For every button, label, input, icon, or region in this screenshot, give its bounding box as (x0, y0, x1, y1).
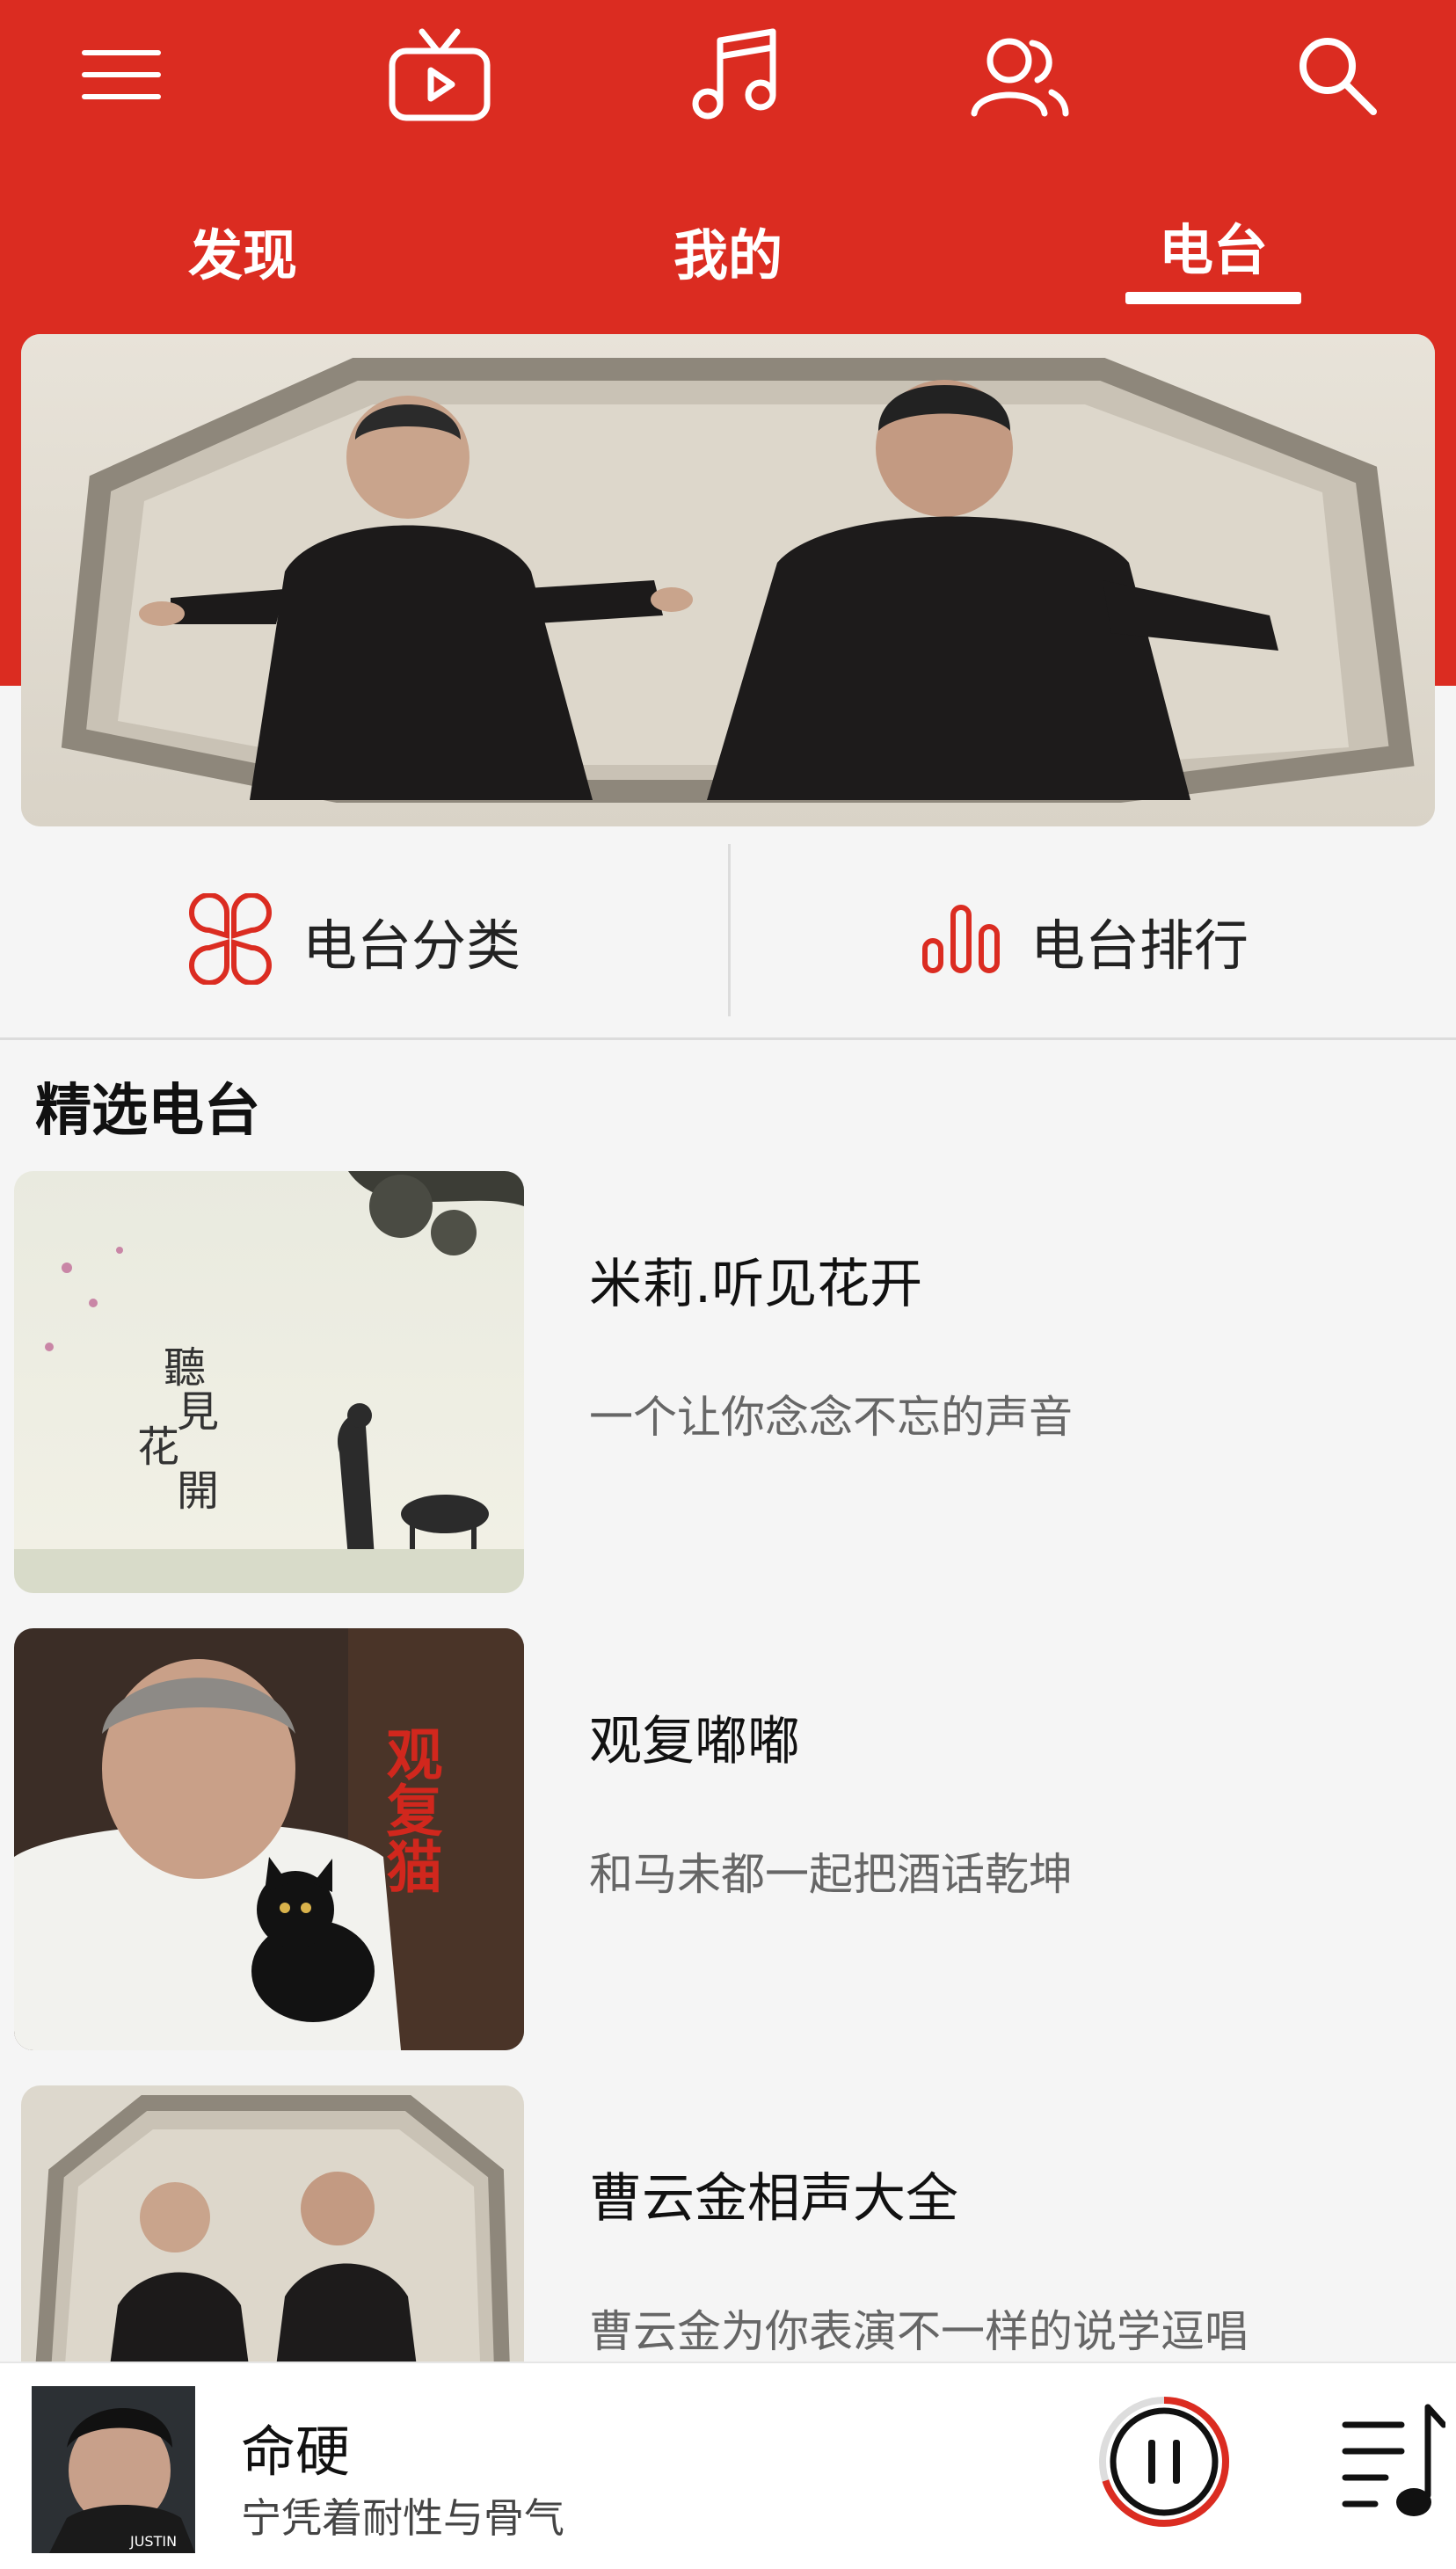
music-icon[interactable] (682, 26, 788, 123)
radio-title: 米莉.听见花开 (589, 1254, 923, 1315)
svg-text:花: 花 (137, 1423, 179, 1472)
category-icon (185, 892, 276, 988)
tab-discover[interactable]: 发现 (111, 211, 375, 290)
tab-bar: 发现 我的 电台 (0, 185, 1456, 308)
mini-player[interactable]: JUSTIN 命硬 宁凭着耐性与骨气 (0, 2362, 1456, 2569)
playlist-icon (1342, 2404, 1447, 2516)
radio-category-label: 电台分类 (302, 913, 521, 978)
list-item[interactable]: 聽 見 花 開 米莉.听见花开 一个让你念念不忘的声音 (14, 1171, 1438, 1593)
search-icon[interactable] (1284, 26, 1389, 123)
radio-quick-links: 电台分类 电台排行 (0, 844, 1456, 1040)
radio-ranking-label: 电台排行 (1030, 913, 1249, 978)
cover-text: 观复猫 (377, 1725, 443, 1894)
svg-text:見: 見 (177, 1387, 219, 1437)
active-tab-indicator (1125, 292, 1301, 304)
banner-image (21, 334, 1435, 826)
radio-cover: 聽 見 花 開 (14, 1171, 524, 1593)
player-song-subtitle: 宁凭着耐性与骨气 (241, 2494, 564, 2542)
player-cover: JUSTIN (32, 2386, 195, 2553)
player-song-title: 命硬 (241, 2420, 351, 2484)
tab-radio[interactable]: 电台 (1081, 206, 1345, 285)
menu-icon[interactable] (69, 26, 174, 123)
divider (728, 844, 731, 1016)
cover-text: 聽 (164, 1343, 206, 1393)
playlist-button[interactable] (1340, 2398, 1447, 2539)
radio-desc: 一个让你念念不忘的声音 (589, 1392, 1073, 1443)
tab-mine[interactable]: 我的 (596, 211, 860, 290)
radio-ranking-button[interactable]: 电台排行 (920, 844, 1249, 1037)
radio-desc: 曹云金为你表演不一样的说学逗唱 (589, 2306, 1249, 2357)
pause-button[interactable] (1094, 2391, 1234, 2532)
radio-desc: 和马未都一起把酒话乾坤 (589, 1849, 1073, 1900)
section-title: 精选电台 (35, 1079, 260, 1144)
video-icon[interactable] (387, 26, 492, 123)
ranking-icon (920, 897, 1004, 985)
banner-carousel[interactable] (21, 334, 1435, 826)
friends-icon[interactable] (967, 26, 1073, 123)
svg-text:開: 開 (177, 1466, 219, 1516)
top-toolbar (0, 0, 1456, 158)
radio-cover: 观复猫 (14, 1628, 524, 2050)
radio-category-button[interactable]: 电台分类 (185, 844, 521, 1037)
radio-title: 曹云金相声大全 (589, 2168, 958, 2230)
player-cover-text: JUSTIN (129, 2533, 177, 2550)
list-item[interactable]: 观复猫 观复嘟嘟 和马未都一起把酒话乾坤 (14, 1628, 1438, 2050)
radio-title: 观复嘟嘟 (589, 1711, 800, 1772)
